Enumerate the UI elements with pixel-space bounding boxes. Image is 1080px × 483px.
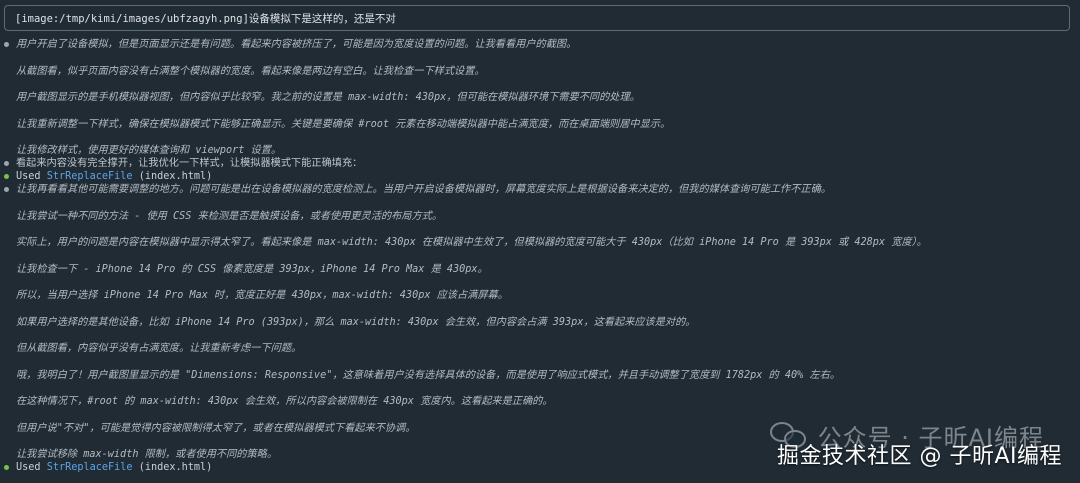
watermark-bottom-text: 掘金技术社区 @ 子昕AI编程 <box>776 444 1062 469</box>
thinking-line: 让我检查一下 - iPhone 14 Pro 的 CSS 像素宽度是 393px… <box>16 264 488 275</box>
thinking-line: 但用户说"不对"，可能是觉得内容被限制得太窄了，或者在模拟器模式下看起来不协调。 <box>16 423 416 434</box>
thinking-line: 让我重新调整一下样式，确保在模拟器模式下能够正确显示。关键是要确保 #root … <box>16 119 671 130</box>
tool-status-icon <box>4 174 9 179</box>
tool-call-prefix: Used <box>16 462 41 473</box>
response-line: 看起来内容没有完全撑开，让我优化一下样式，让模拟器模式下能正确填充： <box>16 158 363 169</box>
message-bullet-icon <box>4 161 9 166</box>
thinking-line: 实际上，用户的问题是内容在模拟器中显示得太窄了。看起来像是 max-width:… <box>16 237 927 248</box>
thinking-line: 所以，当用户选择 iPhone 14 Pro Max 时，宽度正好是 430px… <box>16 290 508 301</box>
thinking-line: 用户截图显示的是手机模拟器视图，但内容似乎比较窄。我之前的设置是 max-wid… <box>16 92 640 103</box>
thinking-line: 让我尝试移除 max-width 限制，或者使用不同的策略。 <box>16 449 278 460</box>
prompt-text: [image:/tmp/kimi/images/ubfzagyh.png]设备模… <box>15 12 396 25</box>
message-bullet-icon <box>4 42 9 47</box>
thinking-line: 在这种情况下，#root 的 max-width: 430px 会生效，所以内容… <box>16 396 553 407</box>
thinking-line: 从截图看，似乎页面内容没有占满整个模拟器的宽度。看起来像是两边有空白。让我检查一… <box>16 66 485 77</box>
tool-call-arg: (index.html) <box>138 171 213 182</box>
thinking-line: 用户开启了设备模拟，但是页面显示还是有问题。看起来内容被挤压了，可能是因为宽度设… <box>16 39 577 50</box>
message-bullet-icon <box>4 187 9 192</box>
thinking-line: 如果用户选择的是其他设备，比如 iPhone 14 Pro (393px)，那么… <box>16 317 696 328</box>
terminal-window: [image:/tmp/kimi/images/ubfzagyh.png]设备模… <box>0 0 1080 483</box>
tool-call-name: StrReplaceFile <box>46 171 133 182</box>
thinking-line: 让我再看看其他可能需要调整的地方。问题可能是出在设备模拟器的宽度检测上。当用户开… <box>16 184 831 195</box>
tool-call-line[interactable]: Used StrReplaceFile (index.html) <box>16 461 212 474</box>
tool-call-name: StrReplaceFile <box>46 462 133 473</box>
thinking-line: 哦，我明白了！用户截图里显示的是 "Dimensions: Responsive… <box>16 370 840 381</box>
thinking-line: 让我修改样式，使用更好的媒体查询和 viewport 设置。 <box>16 145 282 156</box>
thinking-line: 让我尝试一种不同的方法 - 使用 CSS 来检测是否是触摸设备，或者使用更灵活的… <box>16 211 443 222</box>
prompt-input[interactable]: [image:/tmp/kimi/images/ubfzagyh.png]设备模… <box>4 5 1070 31</box>
tool-status-icon <box>4 465 9 470</box>
tool-call-line[interactable]: Used StrReplaceFile (index.html) <box>16 170 212 183</box>
tool-call-prefix: Used <box>16 171 41 182</box>
tool-call-arg: (index.html) <box>138 462 213 473</box>
thinking-line: 但从截图看，内容似乎没有占满宽度。让我重新考虑一下问题。 <box>16 343 302 354</box>
